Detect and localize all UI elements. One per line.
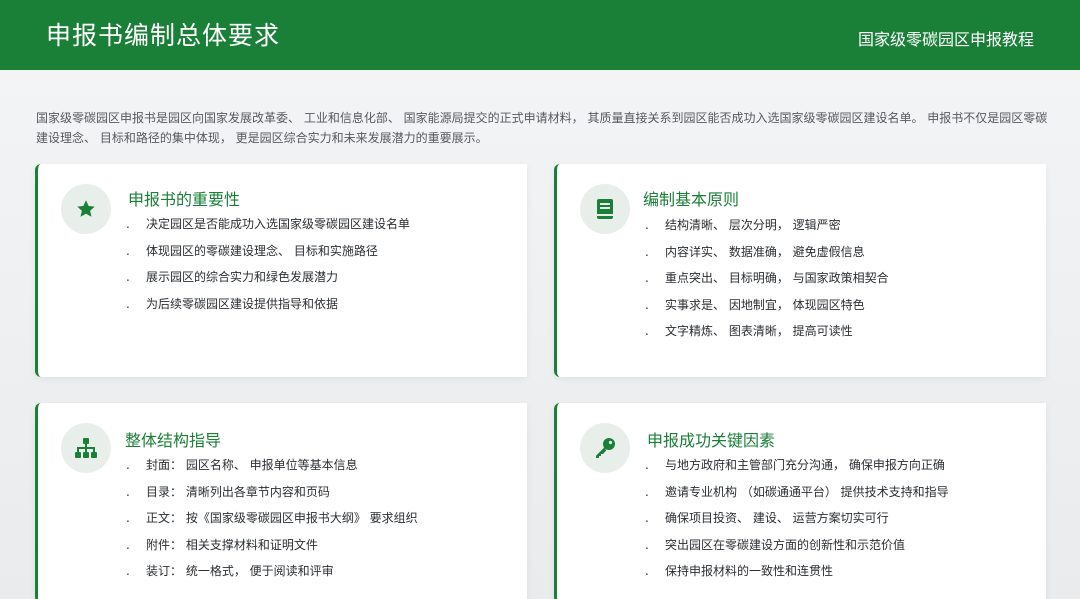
list-item-text: 突出园区在零碳建设方面的创新性和示范价值 bbox=[665, 537, 906, 552]
list-item-text: 实事求是、 因地制宜， 体现园区特色 bbox=[665, 297, 865, 312]
sitemap-icon bbox=[74, 437, 98, 459]
list-item: . 邀请专业机构 （如碳通通平台） 提供技术支持和指导 bbox=[645, 483, 949, 510]
list-item-text: 体现园区的零碳建设理念、 目标和实施路径 bbox=[146, 243, 378, 258]
list-item: . 突出园区在零碳建设方面的创新性和示范价值 bbox=[645, 536, 949, 563]
icon-badge bbox=[61, 423, 111, 473]
list-item-text: 附件： 相关支撑材料和证明文件 bbox=[146, 537, 318, 552]
list-item: . 确保项目投资、 建设、 运营方案切实可行 bbox=[645, 509, 949, 536]
list-item: . 决定园区是否能成功入选国家级零碳园区建设名单 bbox=[126, 215, 410, 242]
list-item: . 附件： 相关支撑材料和证明文件 bbox=[126, 536, 418, 563]
card-structure: 整体结构指导 . 封面： 园区名称、 申报单位等基本信息 . 目录： 清晰列出各章节… bbox=[35, 403, 527, 599]
list-item: . 文字精炼、 图表清晰， 提高可读性 bbox=[645, 322, 889, 349]
list-item: . 结构清晰、 层次分明， 逻辑严密 bbox=[645, 216, 889, 243]
list-item: . 体现园区的零碳建设理念、 目标和实施路径 bbox=[126, 242, 410, 269]
bullet-dot: . bbox=[645, 297, 649, 312]
list-item: . 装订： 统一格式， 便于阅读和评审 bbox=[126, 562, 418, 589]
list-item-text: 封面： 园区名称、 申报单位等基本信息 bbox=[146, 458, 358, 472]
list-item-text: 与地方政府和主管部门充分沟通， 确保申报方向正确 bbox=[665, 458, 945, 472]
bullet-dot: . bbox=[126, 296, 130, 311]
bullet-list: . 决定园区是否能成功入选国家级零碳园区建设名单 . 体现园区的零碳建设理念、 目标… bbox=[126, 215, 410, 321]
list-item: . 封面： 园区名称、 申报单位等基本信息 bbox=[126, 456, 418, 483]
list-item: . 目录： 清晰列出各章节内容和页码 bbox=[126, 483, 418, 510]
list-item: . 为后续零碳园区建设提供指导和依据 bbox=[126, 295, 410, 322]
page-title: 申报书编制总体要求 bbox=[46, 21, 281, 50]
list-item-text: 内容详实、 数据准确， 避免虚假信息 bbox=[665, 244, 865, 259]
intro-paragraph: 国家级零碳园区申报书是园区向国家发展改革委、 工业和信息化部、 国家能源局提交的… bbox=[36, 111, 1048, 145]
bullet-dot: . bbox=[126, 484, 130, 499]
card-title: 编制基本原则 bbox=[643, 190, 740, 209]
bullet-dot: . bbox=[126, 270, 130, 284]
list-item-text: 正文： 按《国家级零碳园区申报书大纲》 要求组织 bbox=[146, 511, 418, 525]
icon-badge bbox=[580, 423, 630, 473]
list-item-text: 决定园区是否能成功入选国家级零碳园区建设名单 bbox=[146, 217, 411, 231]
key-icon bbox=[593, 436, 617, 460]
list-item-text: 目录： 清晰列出各章节内容和页码 bbox=[146, 484, 330, 499]
card-key-factors: 申报成功关键因素 . 与地方政府和主管部门充分沟通， 确保申报方向正确 . 邀请专业… bbox=[554, 403, 1046, 599]
header-bar: 申报书编制总体要求 国家级零碳园区申报教程 bbox=[0, 0, 1080, 70]
list-item-text: 装订： 统一格式， 便于阅读和评审 bbox=[146, 564, 334, 578]
list-item-text: 确保项目投资、 建设、 运营方案切实可行 bbox=[665, 511, 889, 525]
bullet-dot: . bbox=[126, 511, 130, 525]
bullet-list: . 与地方政府和主管部门充分沟通， 确保申报方向正确 . 邀请专业机构 （如碳通通平… bbox=[645, 456, 949, 589]
bullet-dot: . bbox=[645, 484, 649, 499]
card-title: 整体结构指导 bbox=[125, 431, 222, 450]
list-item: . 与地方政府和主管部门充分沟通， 确保申报方向正确 bbox=[645, 456, 949, 483]
list-item: . 重点突出、 目标明确， 与国家政策相契合 bbox=[645, 269, 889, 296]
list-item-text: 保持申报材料的一致性和连贯性 bbox=[665, 564, 834, 578]
bullet-list: . 封面： 园区名称、 申报单位等基本信息 . 目录： 清晰列出各章节内容和页码 .… bbox=[126, 456, 418, 589]
list-item-text: 重点突出、 目标明确， 与国家政策相契合 bbox=[665, 271, 889, 285]
list-item-text: 为后续零碳园区建设提供指导和依据 bbox=[146, 296, 339, 311]
list-item: . 内容详实、 数据准确， 避免虚假信息 bbox=[645, 243, 889, 270]
bullet-dot: . bbox=[126, 537, 130, 552]
card-title: 申报书的重要性 bbox=[128, 190, 241, 209]
star-icon bbox=[75, 198, 97, 220]
list-item-text: 结构清晰、 层次分明， 逻辑严密 bbox=[665, 218, 841, 232]
icon-badge bbox=[61, 184, 111, 234]
bullet-dot: . bbox=[645, 244, 649, 259]
list-item-text: 邀请专业机构 （如碳通通平台） 提供技术支持和指导 bbox=[665, 484, 949, 499]
bullet-dot: . bbox=[645, 564, 649, 578]
card-principles: 编制基本原则 . 结构清晰、 层次分明， 逻辑严密 . 内容详实、 数据准确， 避免… bbox=[554, 164, 1046, 377]
bullet-dot: . bbox=[645, 511, 649, 525]
book-icon bbox=[595, 198, 615, 220]
bullet-dot: . bbox=[645, 537, 649, 552]
bullet-dot: . bbox=[126, 217, 130, 231]
card-importance: 申报书的重要性 . 决定园区是否能成功入选国家级零碳园区建设名单 . 体现园区的零碳… bbox=[35, 164, 527, 377]
bullet-dot: . bbox=[645, 218, 649, 232]
page-subtitle: 国家级零碳园区申报教程 bbox=[857, 30, 1034, 49]
bullet-dot: . bbox=[126, 243, 130, 258]
card-title: 申报成功关键因素 bbox=[647, 431, 776, 450]
list-item-text: 展示园区的综合实力和绿色发展潜力 bbox=[146, 270, 339, 284]
list-item: . 实事求是、 因地制宜， 体现园区特色 bbox=[645, 296, 889, 323]
list-item: . 展示园区的综合实力和绿色发展潜力 bbox=[126, 268, 410, 295]
bullet-dot: . bbox=[645, 271, 649, 285]
list-item-text: 文字精炼、 图表清晰， 提高可读性 bbox=[665, 324, 853, 338]
bullet-dot: . bbox=[645, 324, 649, 338]
bullet-dot: . bbox=[645, 458, 649, 472]
bullet-dot: . bbox=[126, 458, 130, 472]
icon-badge bbox=[580, 184, 630, 234]
list-item: . 正文： 按《国家级零碳园区申报书大纲》 要求组织 bbox=[126, 509, 418, 536]
bullet-list: . 结构清晰、 层次分明， 逻辑严密 . 内容详实、 数据准确， 避免虚假信息 . 重… bbox=[645, 216, 889, 349]
list-item: . 保持申报材料的一致性和连贯性 bbox=[645, 562, 949, 589]
bullet-dot: . bbox=[126, 564, 130, 578]
